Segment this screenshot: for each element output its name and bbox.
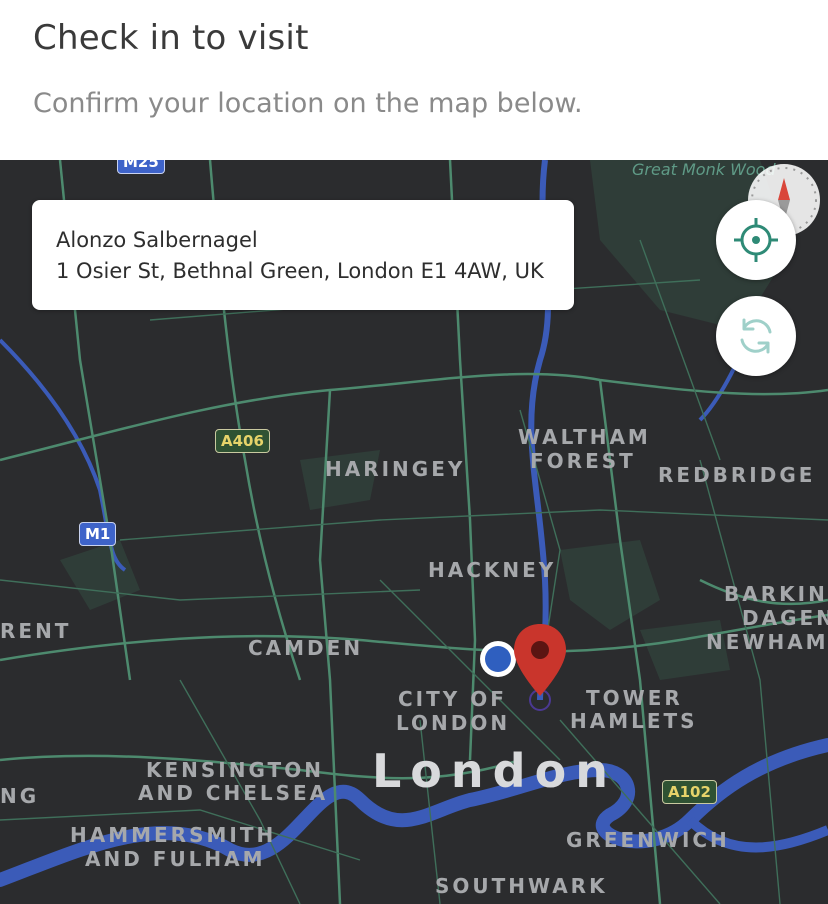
refresh-button[interactable]: [716, 296, 796, 376]
area-label-chelsea: AND CHELSEA: [138, 781, 329, 805]
area-label-haringey: HARINGEY: [325, 457, 466, 481]
page-subtitle: Confirm your location on the map below.: [33, 88, 583, 119]
road-shield-m1: M1: [79, 522, 117, 546]
road-shield-a102: A102: [662, 780, 717, 804]
map-pin-icon[interactable]: [512, 622, 568, 714]
refresh-icon: [740, 318, 772, 354]
area-label-kensington: KENSINGTON: [146, 758, 324, 782]
area-label-hammersmith: HAMMERSMITH: [70, 823, 277, 847]
area-label-barking: BARKING: [724, 582, 828, 606]
area-label-ealing: NG: [0, 784, 40, 808]
park-area: [60, 540, 140, 610]
area-label-redbridge: REDBRIDGE: [658, 463, 816, 487]
map[interactable]: HARINGEY WALTHAM FOREST REDBRIDGE HACKNE…: [0, 160, 828, 904]
crosshair-icon: [734, 218, 778, 262]
area-label-newham: NEWHAM: [706, 630, 828, 654]
area-label-city-of-london-2: LONDON: [396, 711, 511, 735]
address-name: Alonzo Salbernagel: [56, 228, 258, 252]
area-label-tower-hamlets: TOWER: [586, 686, 683, 710]
area-label-fulham: AND FULHAM: [85, 847, 266, 871]
address-card: Alonzo Salbernagel 1 Osier St, Bethnal G…: [32, 200, 574, 310]
area-label-waltham-forest: WALTHAM: [518, 425, 651, 449]
area-label-city-of-london: CITY OF: [398, 687, 507, 711]
road-shield-m25: M25: [117, 160, 165, 174]
locate-button[interactable]: [716, 200, 796, 280]
header: Check in to visit Confirm your location …: [0, 0, 828, 160]
page-title: Check in to visit: [33, 18, 309, 58]
area-label-camden: CAMDEN: [248, 636, 364, 660]
road-shield-a406: A406: [215, 429, 270, 453]
area-label-waltham-forest-2: FOREST: [530, 449, 636, 473]
park-area: [560, 540, 660, 630]
city-label-london: London: [372, 744, 617, 798]
area-label-southwark: SOUTHWARK: [435, 874, 608, 898]
area-label-greenwich: GREENWICH: [566, 828, 730, 852]
area-label-dagenham: DAGEN: [742, 606, 828, 630]
address-line: 1 Osier St, Bethnal Green, London E1 4AW…: [56, 259, 544, 283]
area-label-tower-hamlets-2: HAMLETS: [570, 709, 698, 733]
area-label-hackney: HACKNEY: [428, 558, 557, 582]
area-label-brent: RENT: [0, 619, 72, 643]
